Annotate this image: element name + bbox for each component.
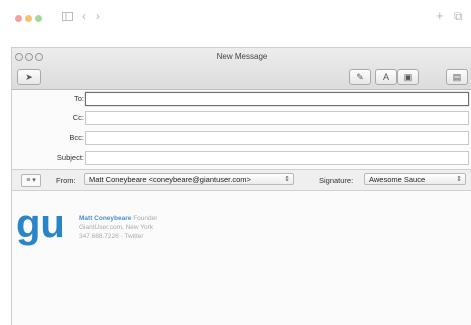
- cc-field[interactable]: [85, 111, 469, 125]
- stationery-icon: ▤: [452, 72, 462, 82]
- subject-label: Subject:: [56, 153, 84, 162]
- send-button[interactable]: ➤: [17, 69, 41, 85]
- signature-name: Matt Coneybeare: [79, 215, 132, 222]
- forward-button[interactable]: ›: [96, 9, 100, 23]
- title-bar: New Message ➤ ✎ A ▣ ▤: [12, 48, 471, 90]
- to-field[interactable]: [85, 92, 469, 106]
- cc-label: Cc:: [72, 113, 84, 122]
- signature-select[interactable]: Awesome Sauce ⇕: [364, 173, 466, 185]
- photo-icon: ▣: [403, 72, 413, 82]
- stationery-button[interactable]: ▤: [446, 69, 468, 85]
- signature-value: Awesome Sauce: [369, 175, 426, 184]
- subject-field[interactable]: [85, 151, 469, 165]
- send-icon: ➤: [25, 72, 33, 82]
- zoom-window-button[interactable]: [35, 15, 42, 22]
- signature-role: Founder: [133, 215, 158, 222]
- format-button[interactable]: A: [375, 69, 397, 85]
- format-icon: A: [382, 72, 389, 82]
- logo-text: gu: [16, 206, 65, 246]
- attach-button[interactable]: ✎: [349, 69, 371, 85]
- new-tab-button[interactable]: +: [436, 8, 444, 23]
- close-window-button[interactable]: [15, 15, 22, 22]
- signature-contact: 347.688.7226 · Twitter: [79, 233, 144, 240]
- cc-row: Cc:: [12, 109, 471, 125]
- signature-name-line: Matt Coneybeare Founder: [79, 215, 157, 222]
- bcc-row: Bcc:: [12, 129, 471, 145]
- sidebar-icon[interactable]: [62, 10, 73, 24]
- to-row: To:: [12, 90, 471, 106]
- select-arrows-icon: ⇕: [456, 176, 462, 183]
- signature-website: GiantUser.com, New York: [79, 224, 154, 231]
- outer-toolbar: ‹ › + ⧉: [0, 0, 471, 38]
- minimize-window-button[interactable]: [25, 15, 32, 22]
- from-label: From:: [56, 176, 76, 185]
- tabs-overview-icon[interactable]: ⧉: [454, 9, 463, 24]
- from-select[interactable]: Matt Coneybeare <coneybeare@giantuser.co…: [84, 173, 294, 185]
- gu-logo: gu: [16, 206, 65, 246]
- select-arrows-icon: ⇕: [284, 176, 290, 183]
- attach-icon: ✎: [356, 72, 364, 82]
- back-button[interactable]: ‹: [82, 9, 86, 23]
- compose-window: New Message ➤ ✎ A ▣ ▤ To: Cc: Bcc: Subje…: [11, 47, 471, 325]
- subject-row: Subject:: [12, 149, 471, 165]
- bcc-label: Bcc:: [69, 133, 84, 142]
- window-title: New Message: [216, 52, 268, 61]
- from-bar: ≡ ▾ From: Matt Coneybeare <coneybeare@gi…: [12, 169, 471, 191]
- bcc-field[interactable]: [85, 131, 469, 145]
- to-label: To:: [73, 94, 84, 103]
- signature-label: Signature:: [319, 176, 354, 185]
- header-options-button[interactable]: ≡ ▾: [21, 174, 41, 187]
- from-value: Matt Coneybeare <coneybeare@giantuser.co…: [89, 175, 251, 184]
- photo-browser-button[interactable]: ▣: [397, 69, 419, 85]
